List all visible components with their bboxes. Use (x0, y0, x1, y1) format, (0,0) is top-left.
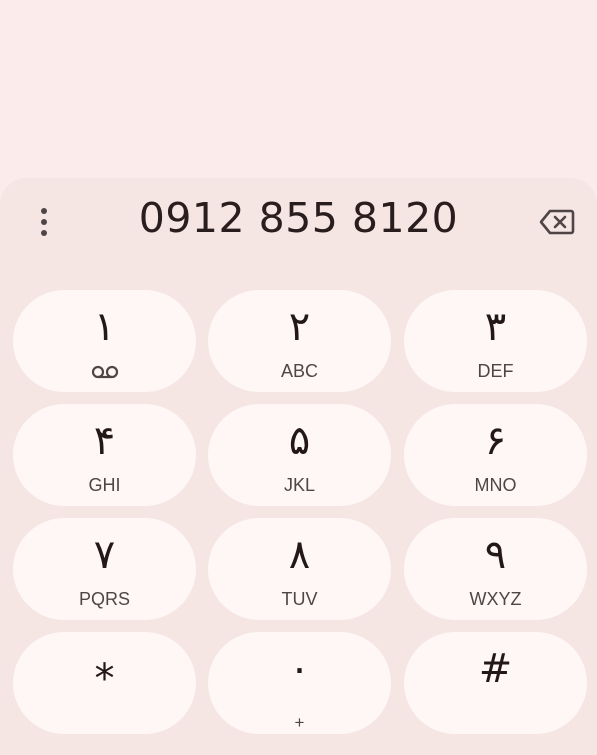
key-digit: ۲ (288, 304, 311, 350)
key-digit: ۹ (484, 532, 507, 578)
more-vert-icon (41, 208, 47, 236)
key-hash[interactable]: # (404, 632, 587, 734)
key-letters: PQRS (78, 589, 130, 609)
key-4[interactable]: ۴ GHI (13, 404, 196, 506)
backspace-button[interactable] (533, 202, 581, 242)
key-digit: * (94, 656, 115, 702)
key-digit: # (478, 646, 513, 692)
key-letters: JKL (283, 475, 316, 495)
key-9[interactable]: ۹ WXYZ (404, 518, 587, 620)
backspace-icon (539, 209, 575, 235)
key-digit: ۸ (288, 532, 311, 578)
key-8[interactable]: ۸ TUV (208, 518, 391, 620)
key-digit: ۵ (288, 418, 311, 464)
key-digit: ۳ (484, 304, 507, 350)
phone-number-display[interactable]: 0912 855 8120 (100, 188, 497, 248)
more-options-button[interactable] (24, 200, 64, 244)
key-3[interactable]: ۳ DEF (404, 290, 587, 392)
key-letters: GHI (88, 475, 121, 495)
key-letters: WXYZ (469, 589, 522, 609)
voicemail-icon (91, 365, 119, 379)
key-star[interactable]: * (13, 632, 196, 734)
key-letters: DEF (477, 361, 514, 381)
key-letters: + (294, 713, 305, 732)
key-letters: ABC (280, 361, 318, 381)
key-digit: ۴ (93, 418, 116, 464)
key-letters: TUV (281, 589, 318, 609)
call-log-area (0, 0, 597, 178)
key-2[interactable]: ۲ ABC (208, 290, 391, 392)
key-letters: MNO (474, 475, 517, 495)
key-digit: ۱ (93, 304, 116, 350)
key-digit: ۶ (484, 418, 507, 464)
key-5[interactable]: ۵ JKL (208, 404, 391, 506)
key-digit: ۰ (288, 646, 311, 692)
key-7[interactable]: ۷ PQRS (13, 518, 196, 620)
dialpad-panel: 0912 855 8120 ۱ ۲ ABC ۳ DEF ۴ GHI ۵ JKL … (0, 178, 597, 755)
key-digit: ۷ (93, 532, 116, 578)
key-6[interactable]: ۶ MNO (404, 404, 587, 506)
key-1[interactable]: ۱ (13, 290, 196, 392)
number-bar: 0912 855 8120 (0, 178, 597, 258)
key-0[interactable]: ۰ + (208, 632, 391, 734)
